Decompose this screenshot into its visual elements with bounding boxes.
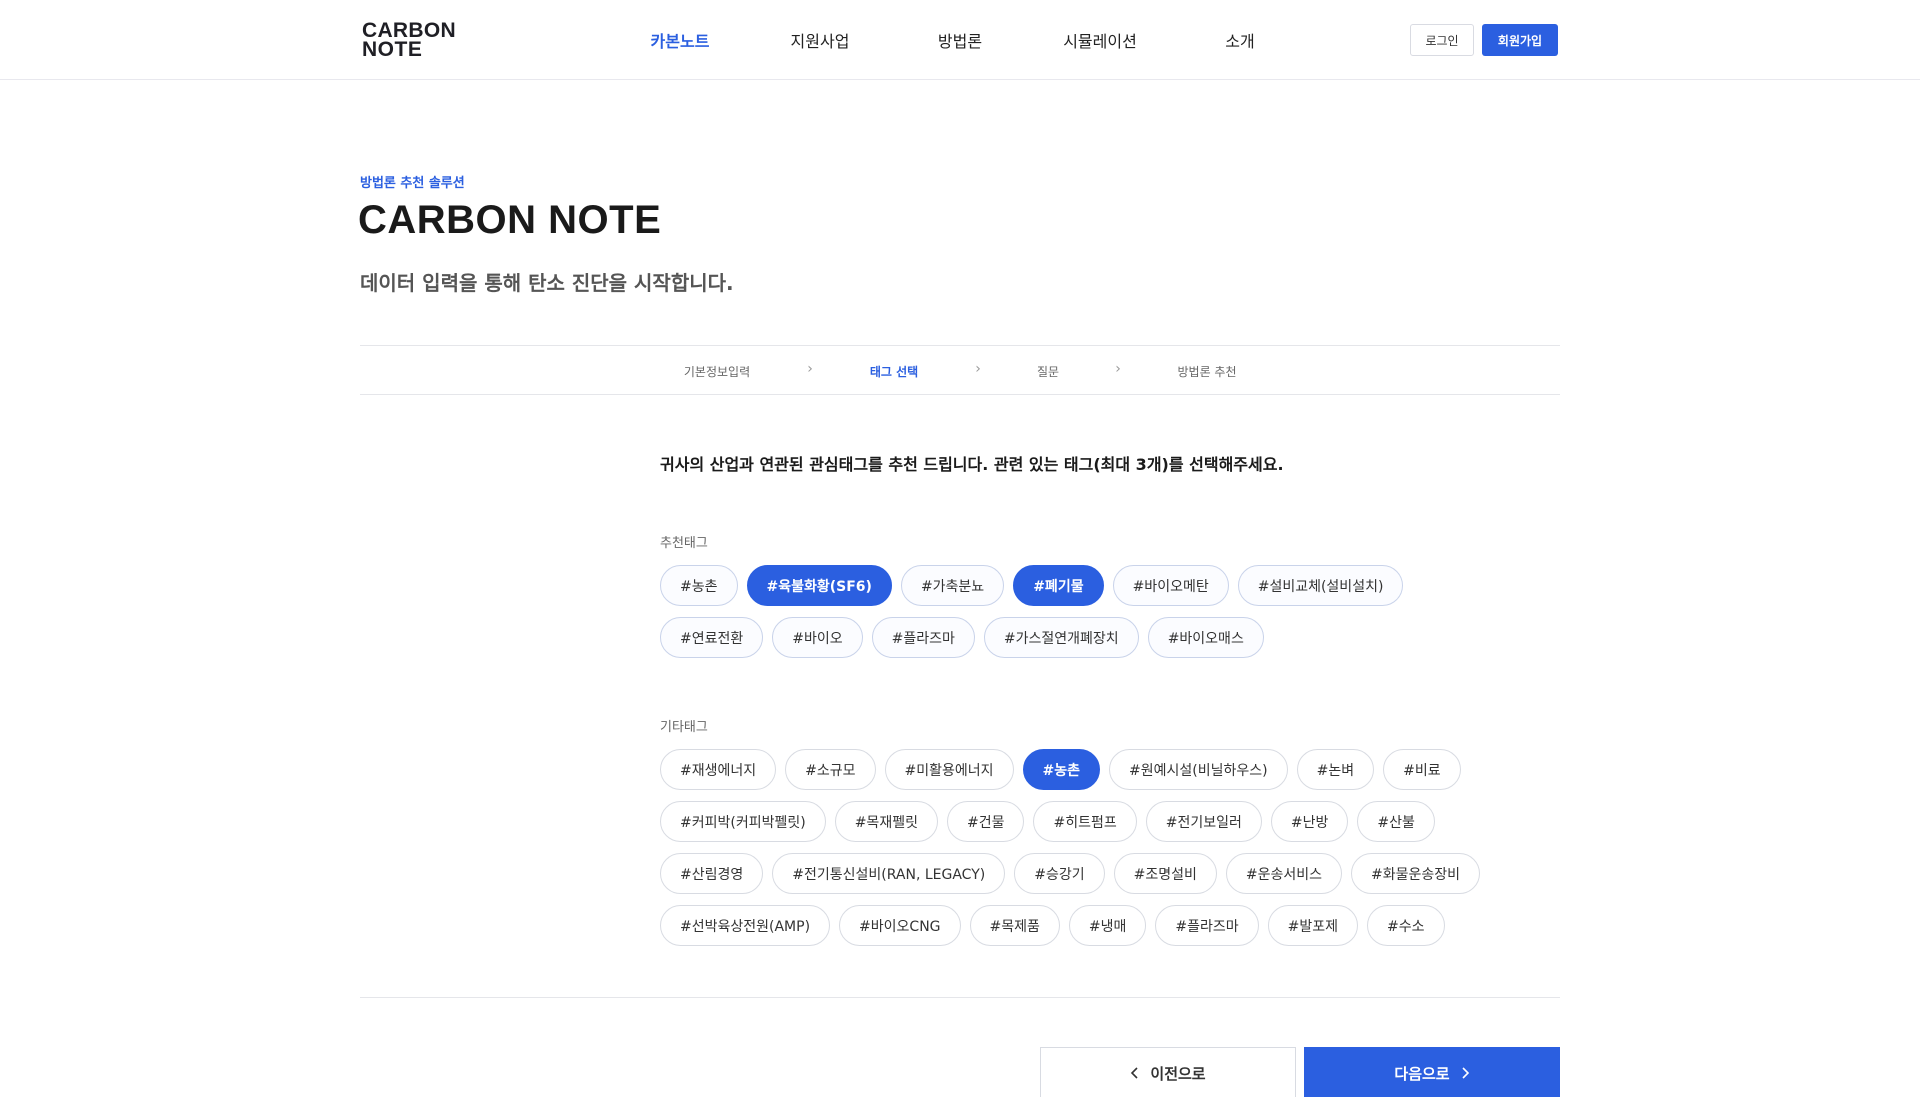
login-button[interactable]: 로그인 — [1410, 24, 1474, 56]
tag-chip[interactable]: #냉매 — [1068, 905, 1147, 946]
next-button[interactable]: 다음으로 — [1304, 1047, 1560, 1097]
chevron-right-icon: › — [1115, 361, 1121, 377]
tag-chip[interactable]: #운송서비스 — [1225, 853, 1342, 894]
tag-chip[interactable]: #플라즈마 — [871, 617, 975, 658]
tag-chip[interactable]: #소규모 — [785, 749, 876, 790]
nav-item-simulation[interactable]: 시뮬레이션 — [1063, 28, 1137, 52]
tag-chip[interactable]: #가스절연개폐장치 — [983, 617, 1139, 658]
nav-item-about[interactable]: 소개 — [1225, 28, 1254, 52]
tag-chip[interactable]: #미활용에너지 — [884, 749, 1014, 790]
tag-chip[interactable]: #산불 — [1357, 801, 1435, 842]
progress-stepper: 기본정보입력 › 태그 선택 › 질문 › 방법론 추천 — [360, 345, 1560, 395]
tag-chip[interactable]: #화물운송장비 — [1351, 853, 1481, 894]
step-recommendation: 방법론 추천 — [1177, 365, 1237, 379]
tag-chip[interactable]: #승강기 — [1014, 853, 1105, 894]
other-tags-label: 기타태그 — [660, 720, 708, 735]
tag-chip[interactable]: #난방 — [1270, 801, 1349, 842]
section-divider — [360, 997, 1560, 998]
chevron-right-icon: › — [807, 361, 813, 377]
step-questions: 질문 — [1036, 365, 1060, 379]
tag-chip[interactable]: #바이오메탄 — [1112, 565, 1229, 606]
tag-chip[interactable]: #바이오 — [772, 617, 863, 658]
tag-chip[interactable]: #전기통신설비(RAN, LEGACY) — [772, 853, 1006, 894]
chevron-right-icon: › — [975, 361, 981, 377]
recommended-tags-list: #농촌 #육불화황(SF6) #가축분뇨 #폐기물 #바이오메탄 #설비교체(설비설치) #… — [660, 565, 1500, 658]
previous-button[interactable]: 이전으로 — [1040, 1047, 1296, 1097]
hero-eyebrow: 방법론 추천 솔루션 — [360, 176, 465, 191]
tag-chip[interactable]: #커피박(커피박펠릿) — [660, 801, 826, 842]
page-title: CARBON NOTE — [358, 198, 662, 242]
next-button-label: 다음으로 — [1394, 1064, 1450, 1083]
tag-chip[interactable]: #히트펌프 — [1033, 801, 1137, 842]
tag-chip[interactable]: #전기보일러 — [1145, 801, 1262, 842]
tag-chip[interactable]: #농촌 — [1022, 749, 1101, 790]
tag-chip[interactable]: #가축분뇨 — [900, 565, 1005, 606]
signup-button[interactable]: 회원가입 — [1482, 24, 1558, 56]
tag-chip[interactable]: #선박육상전원(AMP) — [660, 905, 831, 946]
tag-chip[interactable]: #폐기물 — [1013, 565, 1104, 606]
tag-chip[interactable]: #비료 — [1383, 749, 1461, 790]
page-subtitle: 데이터 입력을 통해 탄소 진단을 시작합니다. — [360, 271, 734, 295]
nav-item-methodology[interactable]: 방법론 — [938, 28, 982, 52]
tag-chip[interactable]: #설비교체(설비설치) — [1237, 565, 1404, 606]
tag-chip[interactable]: #바이오CNG — [839, 905, 961, 946]
tag-chip[interactable]: #조명설비 — [1113, 853, 1217, 894]
tag-chip[interactable]: #원예시설(비닐하우스) — [1109, 749, 1288, 790]
main-nav: 카본노트 지원사업 방법론 시뮬레이션 소개 — [0, 28, 1920, 52]
site-header: CARBON NOTE 카본노트 지원사업 방법론 시뮬레이션 소개 로그인 회… — [0, 0, 1920, 80]
tag-chip[interactable]: #논벼 — [1296, 749, 1375, 790]
nav-item-carbon-note[interactable]: 카본노트 — [651, 28, 710, 52]
tag-chip[interactable]: #산림경영 — [660, 853, 764, 894]
nav-item-support-programs[interactable]: 지원사업 — [791, 28, 850, 52]
tag-chip[interactable]: #바이오매스 — [1147, 617, 1264, 658]
chevron-right-icon — [1462, 1067, 1469, 1079]
chevron-left-icon — [1131, 1067, 1138, 1079]
tag-chip[interactable]: #육불화황(SF6) — [746, 565, 892, 606]
recommended-tags-label: 추천태그 — [660, 536, 708, 551]
tag-chip[interactable]: #건물 — [946, 801, 1025, 842]
other-tags-list: #재생에너지 #소규모 #미활용에너지 #농촌 #원예시설(비닐하우스) #논벼 #비료 #커… — [660, 749, 1500, 946]
tag-chip[interactable]: #목재펠릿 — [834, 801, 938, 842]
tag-chip[interactable]: #발포제 — [1267, 905, 1359, 946]
tag-chip[interactable]: #농촌 — [660, 565, 738, 606]
tag-chip[interactable]: #연료전환 — [660, 617, 764, 658]
tag-chip[interactable]: #플라즈마 — [1155, 905, 1259, 946]
step-basic-info: 기본정보입력 — [683, 365, 751, 379]
instruction-text: 귀사의 산업과 연관된 관심태그를 추천 드립니다. 관련 있는 태그(최대 3… — [660, 455, 1284, 474]
step-tag-select: 태그 선택 — [869, 365, 919, 379]
tag-chip[interactable]: #수소 — [1367, 905, 1445, 946]
previous-button-label: 이전으로 — [1150, 1064, 1206, 1083]
tag-chip[interactable]: #재생에너지 — [660, 749, 777, 790]
tag-chip[interactable]: #목제품 — [969, 905, 1060, 946]
